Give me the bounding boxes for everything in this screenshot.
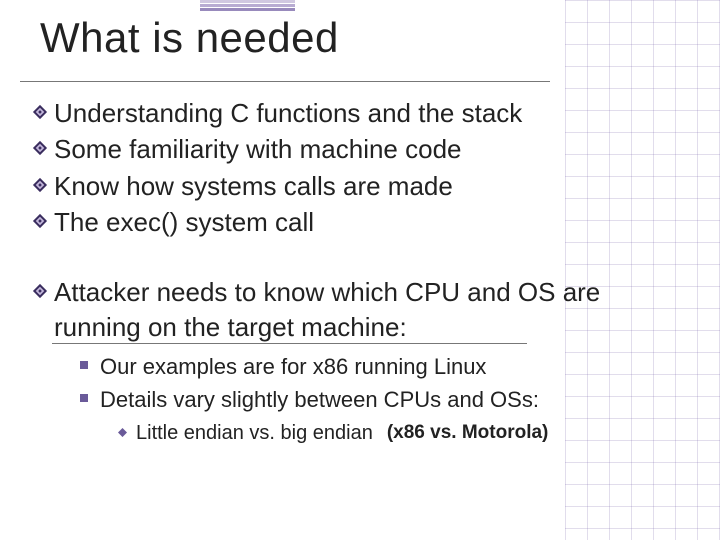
bullet-level1: Some familiarity with machine code	[32, 132, 692, 166]
bullet-level1: The exec() system call	[32, 205, 692, 239]
bullet-level1: Attacker needs to know which CPU and OS …	[32, 275, 692, 344]
bullet-paren: (x86 vs. Motorola)	[387, 420, 549, 446]
diamond-icon	[32, 177, 48, 193]
title-underline	[20, 81, 550, 82]
bullet-level3: Little endian vs. big endian (x86 vs. Mo…	[118, 420, 692, 447]
square-icon	[80, 361, 88, 369]
bullet-text: Our examples are for x86 running Linux	[100, 350, 486, 383]
diamond-icon	[32, 213, 48, 229]
spacer	[32, 241, 692, 275]
bullet-text: The exec() system call	[54, 205, 692, 239]
deco-bar	[200, 4, 295, 7]
slide-body: Understanding C functions and the stack …	[32, 96, 692, 447]
bullet-text: Little endian vs. big endian	[136, 420, 373, 447]
bullet-text: Understanding C functions and the stack	[54, 96, 692, 130]
deco-bar	[200, 0, 295, 3]
bullet-text: Know how systems calls are made	[54, 169, 692, 203]
bullet-text: Attacker needs to know which CPU and OS …	[54, 275, 692, 344]
square-icon	[80, 394, 88, 402]
bullet-level2: Our examples are for x86 running Linux	[80, 350, 692, 383]
top-deco-bars	[200, 0, 295, 10]
sub-sub-bullets: Little endian vs. big endian (x86 vs. Mo…	[118, 420, 692, 447]
deco-bar	[200, 8, 295, 11]
bullet-level1: Understanding C functions and the stack	[32, 96, 692, 130]
bullet-text: Details vary slightly between CPUs and O…	[100, 383, 539, 416]
diamond-small-icon	[118, 428, 127, 437]
diamond-icon	[32, 104, 48, 120]
slide: What is needed Understanding C functions…	[0, 0, 720, 540]
sub-bullets: Our examples are for x86 running Linux D…	[80, 350, 692, 416]
bullet-level2: Details vary slightly between CPUs and O…	[80, 383, 692, 416]
bullet-text: Some familiarity with machine code	[54, 132, 692, 166]
mid-divider	[52, 343, 527, 344]
slide-title: What is needed	[40, 14, 339, 62]
diamond-icon	[32, 140, 48, 156]
bullet-level1: Know how systems calls are made	[32, 169, 692, 203]
diamond-icon	[32, 283, 48, 299]
